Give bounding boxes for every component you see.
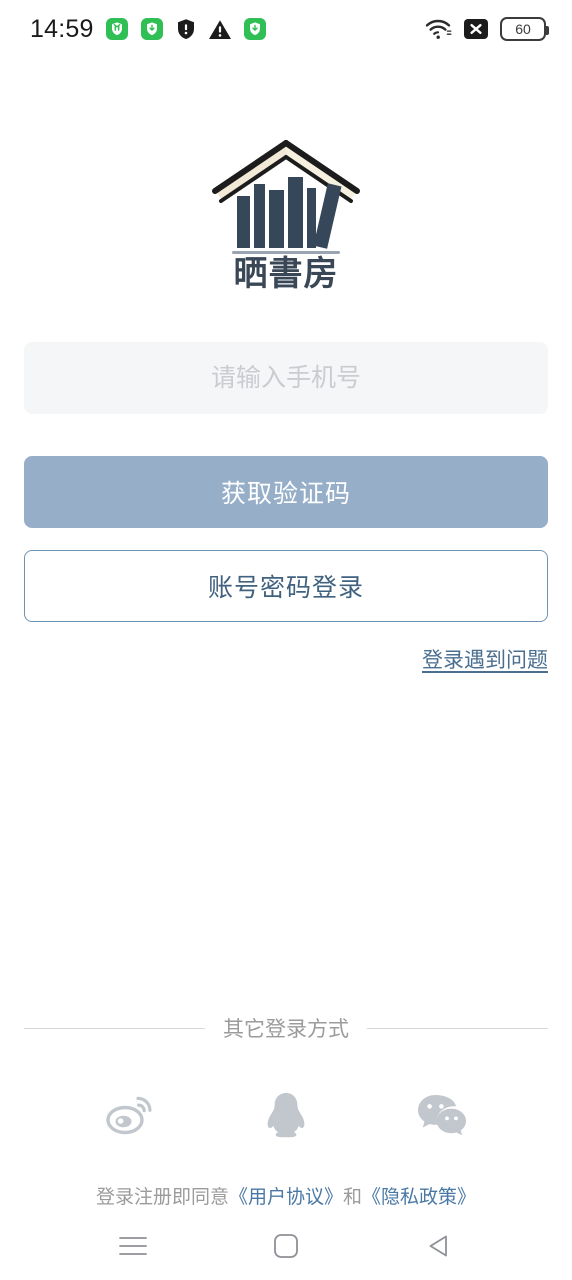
other-login-divider: 其它登录方式 [0, 1013, 572, 1043]
qq-icon [267, 1093, 305, 1138]
back-button[interactable] [409, 1221, 469, 1271]
recents-button[interactable] [103, 1221, 163, 1271]
help-row: 登录遇到问题 [24, 644, 548, 674]
logo-wordmark: 晒書房 [234, 255, 339, 290]
weibo-icon [106, 1097, 152, 1135]
no-sim-icon [464, 19, 488, 39]
home-icon [274, 1234, 298, 1258]
weibo-login-button[interactable] [102, 1087, 158, 1143]
other-login-label: 其它登录方式 [223, 1018, 349, 1042]
login-screen: 14:59 60 晒書房 请输入手机号 获取验证码 账号密码登录 登录遇到问题 … [0, 0, 572, 1280]
divider-line-right [367, 1027, 548, 1029]
green-shield-download-icon [140, 18, 163, 40]
privacy-policy-link[interactable]: 《隐私政策》 [362, 1187, 476, 1208]
wechat-login-button[interactable] [414, 1087, 470, 1143]
status-bar-left: 14:59 [30, 15, 267, 44]
flex-spacer [0, 674, 572, 1013]
warning-triangle-icon [208, 19, 231, 39]
recents-icon [118, 1237, 147, 1255]
agreement-conjunction: 和 [343, 1187, 363, 1209]
battery-level: 60 [515, 21, 531, 37]
android-navigation-bar [0, 1212, 572, 1280]
social-login-row [0, 1087, 572, 1143]
status-bar: 14:59 60 [0, 0, 572, 58]
agreement-text: 登录注册即同意《用户协议》和《隐私政策》 [0, 1185, 572, 1212]
qq-login-button[interactable] [258, 1087, 314, 1143]
battery-indicator: 60 [500, 17, 549, 41]
user-agreement-link[interactable]: 《用户协议》 [229, 1187, 343, 1208]
password-login-button[interactable]: 账号密码登录 [24, 550, 548, 622]
get-verification-code-button[interactable]: 获取验证码 [24, 456, 548, 528]
green-shield-download-icon-2 [243, 18, 266, 40]
login-trouble-link[interactable]: 登录遇到问题 [422, 644, 548, 674]
shaishufang-logo: 晒書房 [212, 140, 360, 290]
divider-line-left [24, 1027, 205, 1029]
wifi-icon [425, 19, 452, 39]
back-icon [429, 1235, 448, 1257]
status-bar-right: 60 [424, 17, 549, 41]
logo-container: 晒書房 [0, 130, 572, 290]
home-button[interactable] [256, 1221, 316, 1271]
green-shield-badge-icon [105, 18, 128, 40]
login-form: 获取验证码 账号密码登录 登录遇到问题 [0, 342, 572, 674]
phone-input[interactable] [24, 342, 548, 414]
dark-shield-alert-icon [177, 19, 194, 40]
agreement-prefix: 登录注册即同意 [95, 1187, 229, 1209]
status-clock: 14:59 [30, 14, 94, 43]
wechat-icon [418, 1095, 466, 1136]
